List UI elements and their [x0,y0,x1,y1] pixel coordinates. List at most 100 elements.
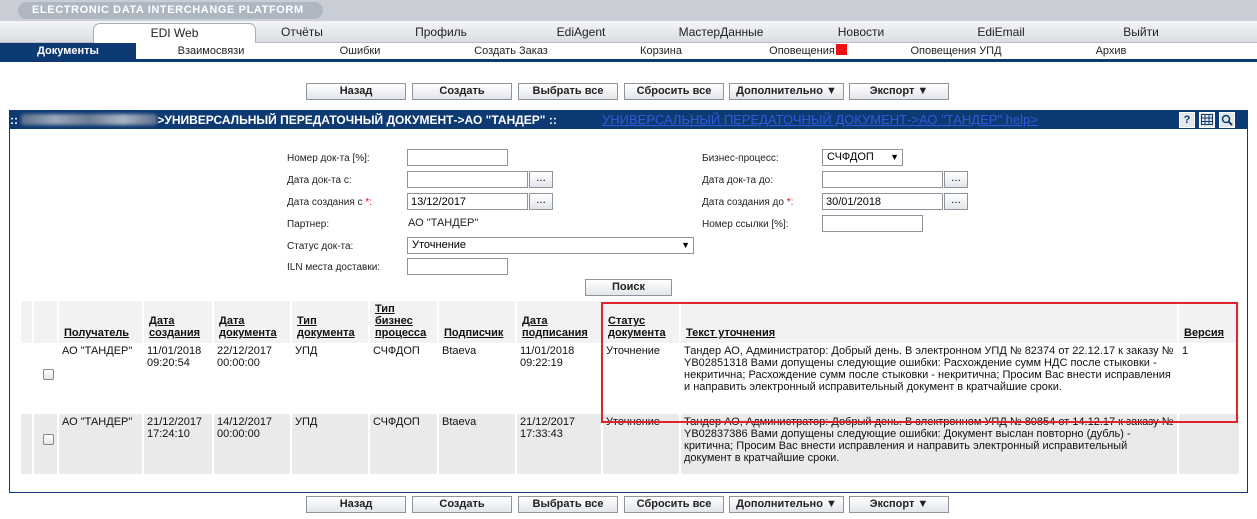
nav-edi-web[interactable]: EDI Web [93,23,256,44]
doc-date-to-input[interactable] [822,171,943,188]
title-prefix: :: [10,113,18,127]
table-header-version[interactable]: Версия [1178,301,1241,343]
doc-date-to-label: Дата док-та до: [702,175,774,186]
status-select-value: Уточнение [412,239,467,251]
created-to-input[interactable] [822,193,943,210]
partner-value: АО "ТАНДЕР" [408,217,479,229]
export-button[interactable]: Экспорт ▼ [849,496,949,513]
table-footer-spacer [21,470,1241,474]
row-checkbox[interactable] [43,434,54,445]
subnav-archive[interactable]: Архив [1080,43,1142,60]
nav-logout[interactable]: Выйти [1095,21,1187,43]
clarification-text-cell: Тандер АО, Администратор: Добрый день. В… [680,343,1179,414]
doc-date-from-input[interactable] [407,171,528,188]
bp-type-cell: СЧФДОП [369,414,439,470]
iln-input[interactable] [407,258,508,275]
table-header-status[interactable]: Статус документа [602,301,681,343]
table-header-bp-type[interactable]: Тип бизнес процесса [369,301,439,343]
doc-number-input[interactable] [407,149,508,166]
subnav-notifications[interactable]: Оповещения [762,43,854,60]
iln-label: ILN места доставки: [287,262,381,273]
doc-date-from-picker-button[interactable]: ... [529,171,553,188]
recipient-cell: АО "ТАНДЕР" [58,414,144,470]
chevron-down-icon: ▼ [890,152,899,162]
nav-news[interactable]: Новости [815,21,907,43]
status-label: Статус док-та: [287,241,354,252]
signed-cell: 21/12/2017 17:33:43 [516,414,603,470]
row-checkbox[interactable] [43,369,54,380]
panel-title: :: >УНИВЕРСАЛЬНЫЙ ПЕРЕДАТОЧНЫЙ ДОКУМЕНТ-… [10,111,557,129]
signer-cell: Btaeva [438,343,517,414]
reset-all-button[interactable]: Сбросить все [624,83,724,100]
title-text: >УНИВЕРСАЛЬНЫЙ ПЕРЕДАТОЧНЫЙ ДОКУМЕНТ->АО… [157,113,557,127]
back-button[interactable]: Назад [306,496,406,513]
reset-all-button[interactable]: Сбросить все [624,496,724,513]
status-cell: Уточнение [602,343,681,414]
bp-select[interactable]: СЧФДОП ▼ [822,149,903,166]
table-header-text[interactable]: Текст уточнения [680,301,1179,343]
table-row[interactable]: АО "ТАНДЕР" 21/12/2017 17:24:10 14/12/20… [21,414,1241,470]
doc-date-cell: 22/12/2017 00:00:00 [213,343,292,414]
clarification-text-cell: Тандер АО, Администратор: Добрый день. В… [680,414,1179,470]
more-button[interactable]: Дополнительно ▼ [729,496,844,513]
created-to-label: Дата создания до *: [702,197,794,208]
created-from-input[interactable] [407,193,528,210]
bp-select-value: СЧФДОП [827,151,874,163]
help-link[interactable]: УНИВЕРСАЛЬНЫЙ ПЕРЕДАТОЧНЫЙ ДОКУМЕНТ->АО … [602,111,1168,129]
doc-number-label: Номер док-та [%]: [287,153,370,164]
back-button[interactable]: Назад [306,83,406,100]
partner-label: Партнер: [287,219,330,230]
subnav-documents[interactable]: Документы [0,43,136,60]
brand-bar: ELECTRONIC DATA INTERCHANGE PLATFORM [0,0,1257,21]
bp-type-cell: СЧФДОП [369,343,439,414]
table-header-signed[interactable]: Дата подписания [516,301,603,343]
doc-date-to-picker-button[interactable]: ... [944,171,968,188]
doc-type-cell: УПД [291,414,370,470]
panel-title-bar: :: >УНИВЕРСАЛЬНЫЙ ПЕРЕДАТОЧНЫЙ ДОКУМЕНТ-… [10,111,1247,129]
row-select-cell [33,414,59,470]
sub-nav: Документы Взаимосвязи Ошибки Создать Зак… [0,43,1257,62]
more-button[interactable]: Дополнительно ▼ [729,83,844,100]
search-button[interactable]: Поиск [585,279,672,296]
subnav-create-order[interactable]: Создать Заказ [455,43,567,60]
table-header-signer[interactable]: Подписчик [438,301,517,343]
table-header-created[interactable]: Дата создания [143,301,214,343]
ref-number-label: Номер ссылки [%]: [702,219,789,230]
signer-cell: Btaeva [438,414,517,470]
nav-reports[interactable]: Отчёты [256,21,348,43]
top-button-bar: Назад Создать Выбрать все Сбросить все Д… [0,83,1257,100]
table-row[interactable]: АО "ТАНДЕР" 11/01/2018 09:20:54 22/12/20… [21,343,1241,414]
created-to-picker-button[interactable]: ... [944,193,968,210]
subnav-relations[interactable]: Взаимосвязи [160,43,262,60]
status-select[interactable]: Уточнение ▼ [407,237,694,254]
create-button[interactable]: Создать [412,496,512,513]
subnav-errors[interactable]: Ошибки [320,43,400,60]
nav-ediemail[interactable]: EdiEmail [955,21,1047,43]
subnav-cart[interactable]: Корзина [620,43,702,60]
table-header-spacer [21,301,34,343]
table-header-doc-type[interactable]: Тип документа [291,301,370,343]
nav-profile[interactable]: Профиль [395,21,487,43]
row-spacer [21,414,34,470]
create-button[interactable]: Создать [412,83,512,100]
table-settings-icon[interactable] [1199,112,1215,128]
subnav-upd-notifications[interactable]: Оповещения УПД [900,43,1012,60]
nav-masterdata[interactable]: МастерДанные [664,21,778,43]
documents-panel: :: >УНИВЕРСАЛЬНЫЙ ПЕРЕДАТОЧНЫЙ ДОКУМЕНТ-… [9,110,1248,493]
signed-cell: 11/01/2018 09:22:19 [516,343,603,414]
select-all-button[interactable]: Выбрать все [518,83,618,100]
alert-badge-icon [835,44,847,55]
search-icon[interactable] [1219,112,1235,128]
doc-date-from-label: Дата док-та с: [287,175,352,186]
version-cell [1178,414,1241,470]
help-icon[interactable]: ? [1179,112,1195,128]
created-cell: 21/12/2017 17:24:10 [143,414,214,470]
export-button[interactable]: Экспорт ▼ [849,83,949,100]
recipient-cell: АО "ТАНДЕР" [58,343,144,414]
nav-ediagent[interactable]: EdiAgent [535,21,627,43]
ref-number-input[interactable] [822,215,923,232]
table-header-doc-date[interactable]: Дата документа [213,301,292,343]
select-all-button[interactable]: Выбрать все [518,496,618,513]
table-header-recipient[interactable]: Получатель [58,301,144,343]
created-from-picker-button[interactable]: ... [529,193,553,210]
